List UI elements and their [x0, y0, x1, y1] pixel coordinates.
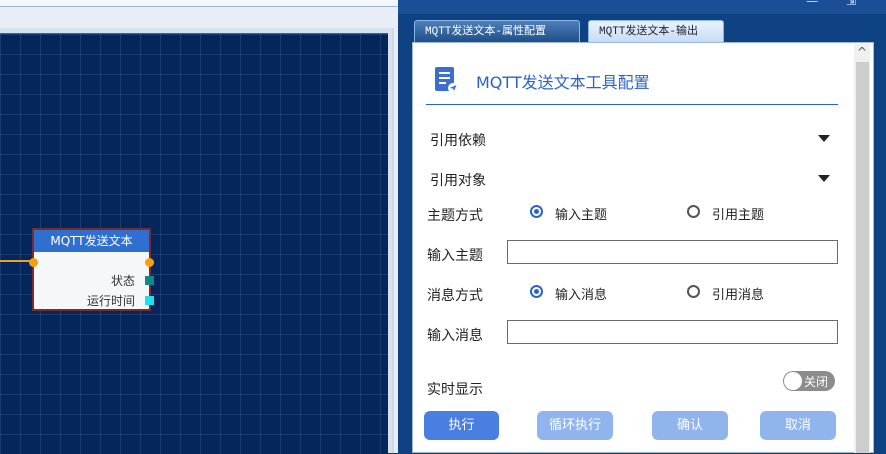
node-output-port[interactable]: [145, 258, 154, 267]
chevron-down-icon: [818, 175, 830, 182]
topic-input-label: 输入主题: [427, 248, 483, 264]
topic-mode-input-radio[interactable]: [530, 205, 543, 218]
mqtt-node[interactable]: MQTT发送文本 状态 运行时间: [29, 228, 154, 311]
loop-execute-button[interactable]: 循环执行: [537, 411, 613, 440]
tab-output[interactable]: MQTT发送文本-输出: [588, 20, 724, 42]
toggle-knob: [784, 372, 802, 390]
realtime-toggle[interactable]: 关闭: [783, 371, 835, 391]
realtime-toggle-text: 关闭: [804, 375, 829, 389]
topic-mode-ref-radio[interactable]: [687, 205, 700, 218]
node-output-status-label: 状态: [110, 274, 135, 288]
document-send-icon: [435, 67, 458, 93]
node-input-port[interactable]: [29, 258, 38, 267]
cancel-button[interactable]: 取消: [760, 411, 836, 440]
topic-mode-input-label: 输入主题: [555, 208, 608, 223]
node-output-status-port[interactable]: [145, 276, 154, 285]
message-mode-input-label: 输入消息: [555, 288, 608, 303]
designer-area: [0, 0, 398, 454]
topic-mode-label: 主题方式: [427, 208, 483, 224]
scrollbar-thumb[interactable]: [856, 62, 869, 453]
message-mode-ref-radio[interactable]: [687, 285, 700, 298]
ref-object-select[interactable]: [514, 167, 834, 191]
confirm-button[interactable]: 确认: [652, 411, 728, 440]
message-mode-label: 消息方式: [427, 288, 483, 304]
tab-property-config[interactable]: MQTT发送文本-属性配置: [414, 20, 580, 42]
message-mode-input-radio[interactable]: [530, 285, 543, 298]
node-output-runtime-port[interactable]: [145, 296, 154, 305]
node-title: MQTT发送文本: [34, 230, 149, 252]
header-divider: [426, 104, 838, 105]
topic-input-field[interactable]: [507, 240, 838, 264]
canvas-toolbar-strip: [0, 0, 398, 7]
ref-dependency-select[interactable]: [514, 127, 834, 151]
ref-object-label: 引用对象: [430, 173, 486, 189]
message-input-field[interactable]: [507, 320, 838, 344]
topic-mode-ref-label: 引用主题: [712, 208, 765, 223]
execute-button[interactable]: 执行: [424, 411, 499, 440]
node-output-runtime-label: 运行时间: [86, 294, 135, 308]
chevron-down-icon: [818, 135, 830, 142]
realtime-label: 实时显示: [427, 382, 483, 398]
message-input-label: 输入消息: [427, 328, 483, 344]
panel-titlebar: — ⇲: [398, 0, 886, 14]
panel-title: MQTT发送文本工具配置: [476, 73, 650, 92]
ref-dependency-label: 引用依赖: [430, 133, 486, 149]
scroll-up-icon[interactable]: ^: [854, 44, 870, 60]
panel-window-controls[interactable]: — ⇲: [806, 0, 868, 8]
message-mode-ref-label: 引用消息: [712, 288, 765, 303]
